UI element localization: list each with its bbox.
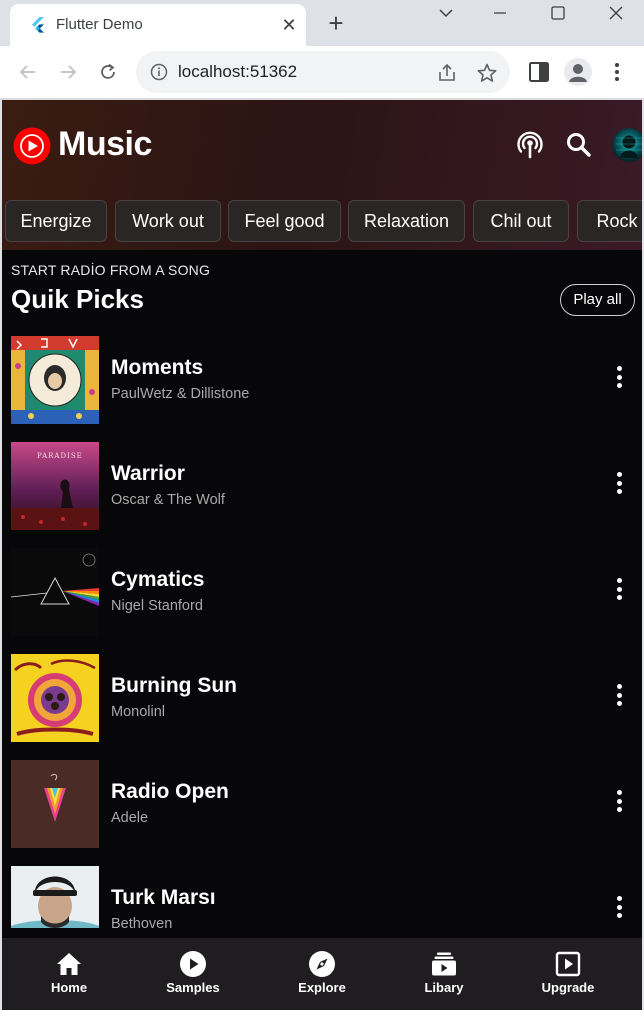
song-title: Burning Sun [111, 674, 237, 697]
album-cover [11, 760, 99, 848]
song-artist: Monolinl [111, 704, 165, 720]
song-row[interactable]: Burning Sun Monolinl [2, 654, 642, 760]
song-artist: Adele [111, 810, 149, 826]
nav-label: Upgrade [541, 980, 595, 995]
app-brand-title: Music [58, 125, 152, 163]
album-cover [11, 866, 99, 928]
more-options-icon[interactable] [614, 472, 624, 500]
nav-label: Home [50, 980, 88, 995]
search-icon[interactable] [564, 130, 594, 160]
more-options-icon[interactable] [614, 366, 624, 394]
compass-icon [309, 951, 335, 977]
song-artist: PaulWetz & Dillistone [111, 386, 250, 402]
nav-label: Libary [424, 980, 464, 995]
chip-work-out[interactable]: Work out [115, 200, 221, 242]
browser-tab[interactable]: Flutter Demo ✕ [10, 4, 306, 46]
more-options-icon[interactable] [614, 684, 624, 712]
song-title: Radio Open [111, 780, 229, 803]
tab-title: Flutter Demo [56, 16, 143, 33]
nav-home[interactable]: Home [19, 938, 119, 1010]
svg-text:PARADISE: PARADISE [37, 452, 83, 460]
browser-window: Flutter Demo ✕ + localhost:51362 Music E… [0, 0, 644, 1010]
play-circle-icon [180, 951, 206, 977]
flutter-icon [32, 17, 44, 33]
reload-icon[interactable] [94, 58, 122, 86]
nav-library[interactable]: Libary [394, 938, 494, 1010]
music-app: Music Energize Work out Feel good Relaxa… [2, 100, 642, 1010]
address-bar[interactable]: localhost:51362 [136, 51, 510, 93]
song-row[interactable]: PARADISE Warrior Oscar & The Wolf [2, 442, 642, 548]
bottom-navigation: Home Samples Explore Libary Upgrade [2, 938, 642, 1010]
song-artist: Bethoven [111, 916, 173, 932]
more-options-icon[interactable] [614, 790, 624, 818]
back-icon[interactable] [14, 58, 42, 86]
album-cover: PARADISE [11, 442, 99, 530]
forward-icon[interactable] [54, 58, 82, 86]
browser-toolbar: localhost:51362 [0, 46, 644, 98]
library-icon [432, 952, 456, 976]
nav-upgrade[interactable]: Upgrade [518, 938, 618, 1010]
nav-label: Explore [298, 980, 346, 995]
upgrade-icon [555, 951, 581, 977]
song-title: Cymatics [111, 568, 205, 591]
section-kicker: START RADİO FROM A SONG [11, 262, 211, 278]
song-title: Moments [111, 356, 204, 379]
minimize-icon[interactable] [480, 2, 520, 24]
chip-rock[interactable]: Rock [577, 200, 642, 242]
nav-samples[interactable]: Samples [143, 938, 243, 1010]
chip-relaxation[interactable]: Relaxation [348, 200, 465, 242]
play-all-button[interactable]: Play all [560, 284, 635, 316]
maximize-icon[interactable] [538, 2, 578, 24]
song-artist: Oscar & The Wolf [111, 492, 225, 508]
chip-energize[interactable]: Energize [5, 200, 107, 242]
share-icon[interactable] [436, 62, 458, 84]
close-window-icon[interactable] [596, 2, 636, 24]
site-info-icon[interactable] [150, 63, 168, 81]
menu-kebab-icon[interactable] [604, 59, 630, 85]
song-title: Turk Marsı [111, 886, 216, 909]
album-cover [11, 654, 99, 742]
side-panel-icon[interactable] [526, 59, 552, 85]
music-logo-icon [13, 127, 51, 165]
section-title: Quik Picks [11, 284, 144, 314]
song-artist: Nigel Stanford [111, 598, 203, 614]
tab-search-icon[interactable] [426, 2, 466, 24]
album-cover [11, 336, 99, 424]
app-header: Music Energize Work out Feel good Relaxa… [2, 100, 642, 250]
nav-explore[interactable]: Explore [272, 938, 372, 1010]
user-avatar[interactable] [612, 128, 642, 162]
more-options-icon[interactable] [614, 578, 624, 606]
song-row[interactable]: Cymatics Nigel Stanford [2, 548, 642, 654]
more-options-icon[interactable] [614, 896, 624, 924]
song-title: Warrior [111, 462, 185, 485]
album-cover [11, 548, 99, 636]
new-tab-icon[interactable]: + [322, 10, 350, 38]
home-icon [57, 953, 81, 975]
url-text: localhost:51362 [178, 62, 298, 81]
nav-label: Samples [166, 980, 220, 995]
song-row[interactable]: Moments PaulWetz & Dillistone [2, 336, 642, 442]
song-row[interactable]: Radio Open Adele [2, 760, 642, 866]
tab-strip: Flutter Demo ✕ + [0, 0, 644, 46]
cast-podcast-icon[interactable] [515, 130, 545, 160]
profile-avatar-icon[interactable] [564, 58, 592, 86]
close-tab-icon[interactable]: ✕ [278, 14, 300, 36]
bookmark-star-icon[interactable] [476, 62, 498, 84]
chip-feel-good[interactable]: Feel good [228, 200, 341, 242]
chip-chil-out[interactable]: Chil out [473, 200, 569, 242]
